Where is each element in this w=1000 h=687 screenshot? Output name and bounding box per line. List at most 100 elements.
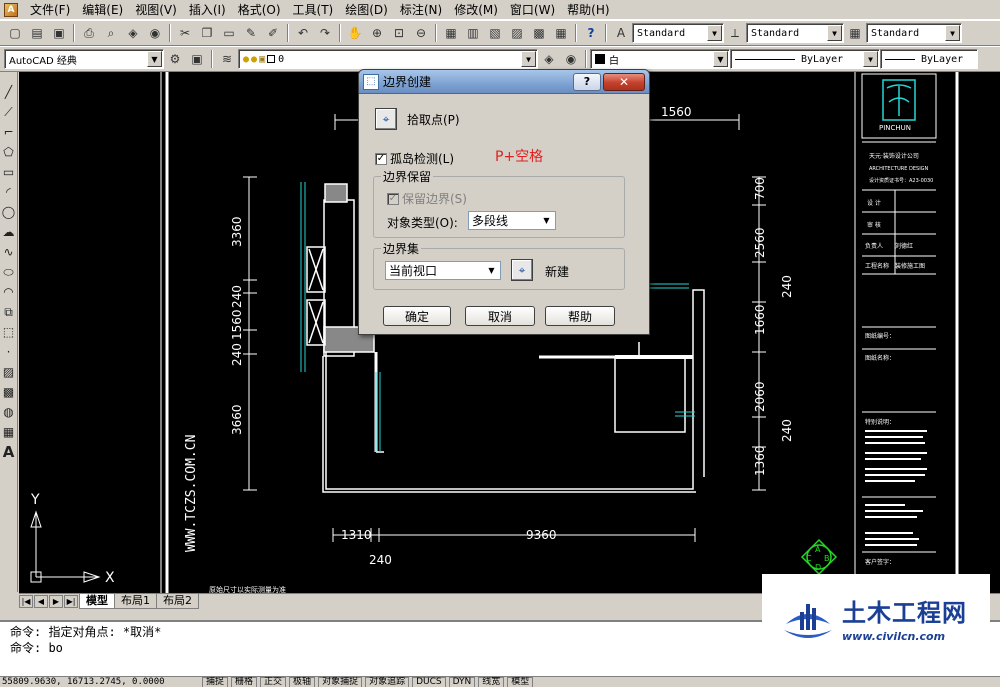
save-icon[interactable]: ▣ xyxy=(49,23,69,43)
otrack-toggle[interactable]: 对象追踪 xyxy=(365,677,410,687)
chevron-down-icon[interactable]: ▼ xyxy=(521,51,536,67)
calculator-icon[interactable]: ▦ xyxy=(551,23,571,43)
lineweight-toggle[interactable]: 线宽 xyxy=(478,677,505,687)
cancel-button[interactable]: 取消 xyxy=(465,306,535,326)
help-question-button[interactable]: ? xyxy=(573,72,601,91)
chevron-down-icon[interactable]: ▼ xyxy=(539,213,554,228)
layer-manager-icon[interactable]: ≋ xyxy=(217,49,237,69)
workspace-select[interactable]: AutoCAD 经典 ▼ xyxy=(4,49,164,69)
text-style-icon[interactable]: A xyxy=(611,23,631,43)
sheet-set-icon[interactable]: ▨ xyxy=(507,23,527,43)
grid-toggle[interactable]: 栅格 xyxy=(231,677,258,687)
rectangle-icon[interactable]: ▭ xyxy=(1,162,17,182)
retain-boundaries-checkbox[interactable]: ✓ xyxy=(387,192,399,205)
ok-button[interactable]: 确定 xyxy=(383,306,451,326)
chevron-down-icon[interactable]: ▼ xyxy=(707,25,722,41)
dim-style-select[interactable]: Standard ▼ xyxy=(746,23,844,43)
help-icon[interactable]: ? xyxy=(581,23,601,43)
next-tab-icon[interactable]: ▶ xyxy=(49,595,63,608)
ellipse-arc-icon[interactable]: ◠ xyxy=(1,282,17,302)
menu-modify[interactable]: 修改(M) xyxy=(448,0,504,20)
pick-points-label[interactable]: 拾取点(P) xyxy=(407,111,460,128)
chevron-down-icon[interactable]: ▼ xyxy=(863,51,878,67)
chevron-down-icon[interactable]: ▼ xyxy=(713,51,728,67)
chevron-down-icon[interactable]: ▼ xyxy=(147,51,162,67)
tab-layout1[interactable]: 布局1 xyxy=(114,594,157,609)
line-icon[interactable]: ╱ xyxy=(1,82,17,102)
point-icon[interactable]: · xyxy=(1,342,17,362)
ellipse-icon[interactable]: ⬭ xyxy=(1,262,17,282)
spline-icon[interactable]: ∿ xyxy=(1,242,17,262)
polar-toggle[interactable]: 极轴 xyxy=(289,677,316,687)
menu-help[interactable]: 帮助(H) xyxy=(561,0,615,20)
workspace-settings-icon[interactable]: ⚙ xyxy=(165,49,185,69)
lineweight-select[interactable]: ByLayer xyxy=(880,49,978,69)
open-file-icon[interactable]: ▤ xyxy=(27,23,47,43)
menu-dimension[interactable]: 标注(N) xyxy=(394,0,448,20)
first-tab-icon[interactable]: |◀ xyxy=(19,595,33,608)
zoom-realtime-icon[interactable]: ⊕ xyxy=(367,23,387,43)
design-center-icon[interactable]: ▥ xyxy=(463,23,483,43)
ducs-toggle[interactable]: DUCS xyxy=(412,677,446,687)
last-tab-icon[interactable]: ▶| xyxy=(64,595,78,608)
ortho-toggle[interactable]: 正交 xyxy=(260,677,287,687)
color-select[interactable]: 白 ▼ xyxy=(590,49,730,69)
properties-icon[interactable]: ▦ xyxy=(441,23,461,43)
menu-file[interactable]: 文件(F) xyxy=(24,0,76,20)
region-icon[interactable]: ◍ xyxy=(1,402,17,422)
sun-icon[interactable]: ● xyxy=(251,54,257,65)
help-button[interactable]: 帮助 xyxy=(545,306,615,326)
autocad-icon[interactable]: A xyxy=(4,2,18,17)
table-icon[interactable]: ▦ xyxy=(1,422,17,442)
undo-icon[interactable]: ↶ xyxy=(293,23,313,43)
block-editor-icon[interactable]: ✐ xyxy=(263,23,283,43)
polyline-icon[interactable]: ⌐ xyxy=(1,122,17,142)
polygon-icon[interactable]: ⬠ xyxy=(1,142,17,162)
tab-model[interactable]: 模型 xyxy=(79,594,115,609)
circle-icon[interactable]: ◯ xyxy=(1,202,17,222)
insert-block-icon[interactable]: ⧉ xyxy=(1,302,17,322)
tool-palettes-icon[interactable]: ▧ xyxy=(485,23,505,43)
new-boundary-set-icon[interactable]: ⌖ xyxy=(511,259,533,281)
publish-icon[interactable]: ◈ xyxy=(123,23,143,43)
hatch-icon[interactable]: ▨ xyxy=(1,362,17,382)
object-type-select[interactable]: 多段线 ▼ xyxy=(468,211,556,230)
lightbulb-icon[interactable]: ● xyxy=(243,54,249,65)
dyn-toggle[interactable]: DYN xyxy=(448,677,476,687)
table-style-icon[interactable]: ▦ xyxy=(845,23,865,43)
menu-draw[interactable]: 绘图(D) xyxy=(339,0,394,20)
publish-web-icon[interactable]: ◉ xyxy=(145,23,165,43)
tab-layout2[interactable]: 布局2 xyxy=(156,594,199,609)
table-style-select[interactable]: Standard ▼ xyxy=(866,23,962,43)
chevron-down-icon[interactable]: ▼ xyxy=(827,25,842,41)
snap-toggle[interactable]: 捕捉 xyxy=(202,677,229,687)
pick-points-icon[interactable]: ⌖ xyxy=(375,108,397,130)
multiline-text-icon[interactable]: A xyxy=(1,442,17,462)
plot-preview-icon[interactable]: ⌕ xyxy=(101,23,121,43)
layer-select[interactable]: ● ● ▣ 0 ▼ xyxy=(238,49,538,69)
paste-icon[interactable]: ▭ xyxy=(219,23,239,43)
copy-icon[interactable]: ❐ xyxy=(197,23,217,43)
pan-icon[interactable]: ✋ xyxy=(345,23,365,43)
zoom-previous-icon[interactable]: ⊖ xyxy=(411,23,431,43)
lock-icon[interactable]: ▣ xyxy=(259,54,265,65)
menu-view[interactable]: 视图(V) xyxy=(129,0,183,20)
boundary-set-select[interactable]: 当前视口 ▼ xyxy=(385,261,501,280)
make-block-icon[interactable]: ⬚ xyxy=(1,322,17,342)
text-style-select[interactable]: Standard ▼ xyxy=(632,23,724,43)
markup-icon[interactable]: ▩ xyxy=(529,23,549,43)
chevron-down-icon[interactable]: ▼ xyxy=(484,263,499,278)
workspace-save-icon[interactable]: ▣ xyxy=(187,49,207,69)
zoom-window-icon[interactable]: ⊡ xyxy=(389,23,409,43)
model-toggle[interactable]: 模型 xyxy=(507,677,534,687)
make-current-layer-icon[interactable]: ◈ xyxy=(539,49,559,69)
menu-edit[interactable]: 编辑(E) xyxy=(76,0,129,20)
redo-icon[interactable]: ↷ xyxy=(315,23,335,43)
menu-window[interactable]: 窗口(W) xyxy=(504,0,561,20)
island-detection-checkbox[interactable]: ✓ xyxy=(375,152,387,165)
osnap-toggle[interactable]: 对象捕捉 xyxy=(318,677,363,687)
island-detection-label[interactable]: 孤岛检测(L) xyxy=(390,150,454,167)
construction-line-icon[interactable]: ⟋ xyxy=(1,102,17,122)
revision-cloud-icon[interactable]: ☁ xyxy=(1,222,17,242)
dialog-title-bar[interactable]: ⬚ 边界创建 ? ✕ xyxy=(359,70,649,94)
